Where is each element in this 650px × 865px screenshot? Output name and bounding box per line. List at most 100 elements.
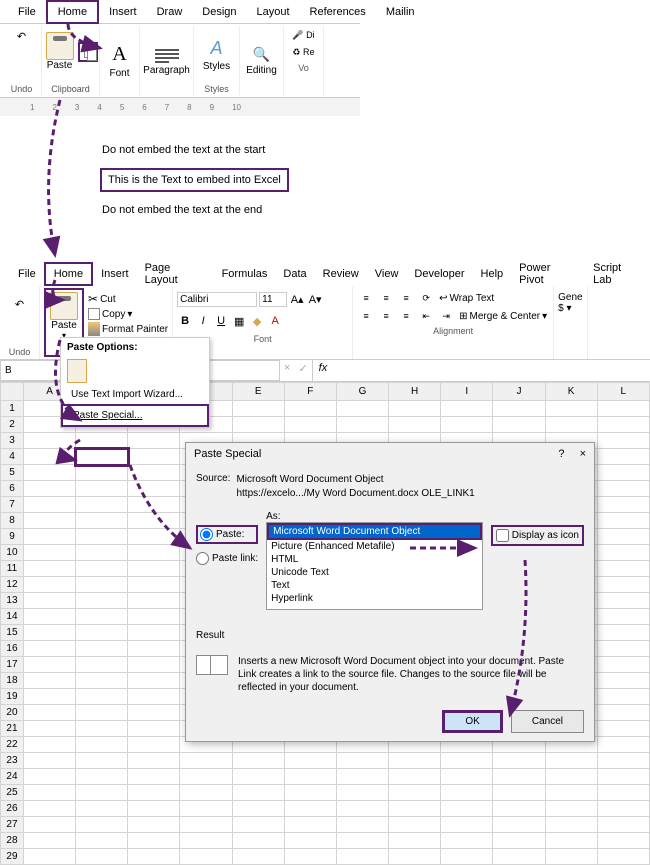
fill-color-button[interactable]: ◆ <box>249 312 265 330</box>
row-header[interactable]: 24 <box>1 769 24 785</box>
orientation-button[interactable]: ⟳ <box>417 290 435 306</box>
row-header[interactable]: 19 <box>1 689 24 705</box>
styles-button[interactable]: A Styles <box>201 26 232 83</box>
tab-layout[interactable]: Layout <box>247 2 300 22</box>
editing-button[interactable]: 🔍 Editing <box>244 26 279 95</box>
row-header[interactable]: 18 <box>1 673 24 689</box>
tab-references[interactable]: References <box>300 2 376 22</box>
cancel-button[interactable]: Cancel <box>511 710 584 733</box>
italic-button[interactable]: I <box>195 312 211 330</box>
import-wizard-item[interactable]: Use Text Import Wizard... <box>61 385 209 404</box>
list-item[interactable]: HTML <box>267 553 482 566</box>
copy-button[interactable]: Copy ▾ <box>88 308 168 320</box>
border-button[interactable]: ▦ <box>231 312 247 330</box>
paste-special-item[interactable]: Paste Special... <box>61 404 209 427</box>
row-header[interactable]: 20 <box>1 705 24 721</box>
tab-file[interactable]: File <box>8 2 46 22</box>
row-header[interactable]: 3 <box>1 433 24 449</box>
grow-font-button[interactable]: A▴ <box>289 290 305 308</box>
row-header[interactable]: 8 <box>1 513 24 529</box>
doc-line-selected[interactable]: This is the Text to embed into Excel <box>100 168 289 192</box>
format-painter-button[interactable]: Format Painter <box>88 322 168 336</box>
row-header[interactable]: 7 <box>1 497 24 513</box>
bold-button[interactable]: B <box>177 312 193 330</box>
cancel-formula-icon[interactable]: × <box>280 360 294 381</box>
row-header[interactable]: 6 <box>1 481 24 497</box>
row-header[interactable]: 16 <box>1 641 24 657</box>
tab-data[interactable]: Data <box>275 264 314 284</box>
tab-help[interactable]: Help <box>473 264 512 284</box>
row-header[interactable]: 1 <box>1 401 24 417</box>
list-item[interactable]: Picture (Enhanced Metafile) <box>267 540 482 553</box>
font-name-select[interactable] <box>177 292 257 307</box>
tab-mailings[interactable]: Mailin <box>376 2 425 22</box>
tab-view[interactable]: View <box>367 264 407 284</box>
row-header[interactable]: 21 <box>1 721 24 737</box>
row-header[interactable]: 9 <box>1 529 24 545</box>
underline-button[interactable]: U <box>213 312 229 330</box>
paste-link-radio[interactable]: Paste link: <box>196 552 258 565</box>
currency-button[interactable]: $ ▾ <box>558 303 582 314</box>
paste-option-icon[interactable] <box>67 359 87 383</box>
col-header[interactable]: L <box>597 383 649 401</box>
col-header[interactable]: G <box>336 383 388 401</box>
row-header[interactable]: 26 <box>1 801 24 817</box>
tab-script-lab[interactable]: Script Lab <box>585 258 650 290</box>
ok-button[interactable]: OK <box>442 710 502 733</box>
align-center-button[interactable]: ≡ <box>377 308 395 324</box>
merge-center-button[interactable]: ⊞Merge & Center ▾ <box>457 309 549 324</box>
select-all-corner[interactable] <box>1 383 24 401</box>
cut-button[interactable]: ✂Cut <box>88 292 168 306</box>
align-mid-button[interactable]: ≡ <box>377 290 395 306</box>
enter-formula-icon[interactable]: ✓ <box>294 360 311 381</box>
undo-icon[interactable]: ↶ <box>4 288 35 347</box>
tab-insert[interactable]: Insert <box>99 2 147 22</box>
row-header[interactable]: 5 <box>1 465 24 481</box>
col-header[interactable]: H <box>389 383 441 401</box>
align-bot-button[interactable]: ≡ <box>397 290 415 306</box>
selected-cell-b4[interactable] <box>76 449 128 465</box>
row-header[interactable]: 11 <box>1 561 24 577</box>
row-header[interactable]: 4 <box>1 449 24 465</box>
row-header[interactable]: 23 <box>1 753 24 769</box>
align-left-button[interactable]: ≡ <box>357 308 375 324</box>
col-header[interactable]: K <box>545 383 597 401</box>
font-color-button[interactable]: A <box>267 312 283 330</box>
tab-insert[interactable]: Insert <box>93 264 137 284</box>
reuse-button[interactable]: ♻ Re <box>292 47 314 58</box>
col-header[interactable]: I <box>441 383 493 401</box>
spreadsheet-grid[interactable]: Paste Options: Use Text Import Wizard...… <box>0 382 650 865</box>
tab-home[interactable]: Home <box>44 262 93 286</box>
align-top-button[interactable]: ≡ <box>357 290 375 306</box>
tab-file[interactable]: File <box>10 264 44 284</box>
row-header[interactable]: 13 <box>1 593 24 609</box>
paste-button[interactable]: Paste <box>44 30 76 73</box>
col-header[interactable]: E <box>232 383 284 401</box>
list-item[interactable]: Unicode Text <box>267 566 482 579</box>
row-header[interactable]: 25 <box>1 785 24 801</box>
row-header[interactable]: 28 <box>1 833 24 849</box>
shrink-font-button[interactable]: A▾ <box>307 290 323 308</box>
tab-design[interactable]: Design <box>192 2 246 22</box>
row-header[interactable]: 17 <box>1 657 24 673</box>
close-icon[interactable]: × <box>580 448 586 460</box>
row-header[interactable]: 29 <box>1 849 24 865</box>
word-document[interactable]: Do not embed the text at the start This … <box>0 116 360 254</box>
tab-home[interactable]: Home <box>46 0 99 24</box>
row-header[interactable]: 22 <box>1 737 24 753</box>
row-header[interactable]: 15 <box>1 625 24 641</box>
display-as-icon-checkbox[interactable]: Display as icon <box>491 525 584 546</box>
undo-icon[interactable]: ↶ <box>17 26 26 83</box>
list-item[interactable]: Microsoft Word Document Object <box>267 523 482 540</box>
align-right-button[interactable]: ≡ <box>397 308 415 324</box>
indent-inc-button[interactable]: ⇥ <box>437 308 455 324</box>
row-header[interactable]: 14 <box>1 609 24 625</box>
col-header[interactable]: F <box>284 383 336 401</box>
row-header[interactable]: 27 <box>1 817 24 833</box>
font-button[interactable]: A Font <box>107 26 131 95</box>
tab-review[interactable]: Review <box>315 264 367 284</box>
formula-input[interactable] <box>333 360 650 381</box>
col-header[interactable]: J <box>493 383 545 401</box>
row-header[interactable]: 10 <box>1 545 24 561</box>
paragraph-button[interactable]: Paragraph <box>141 26 192 95</box>
